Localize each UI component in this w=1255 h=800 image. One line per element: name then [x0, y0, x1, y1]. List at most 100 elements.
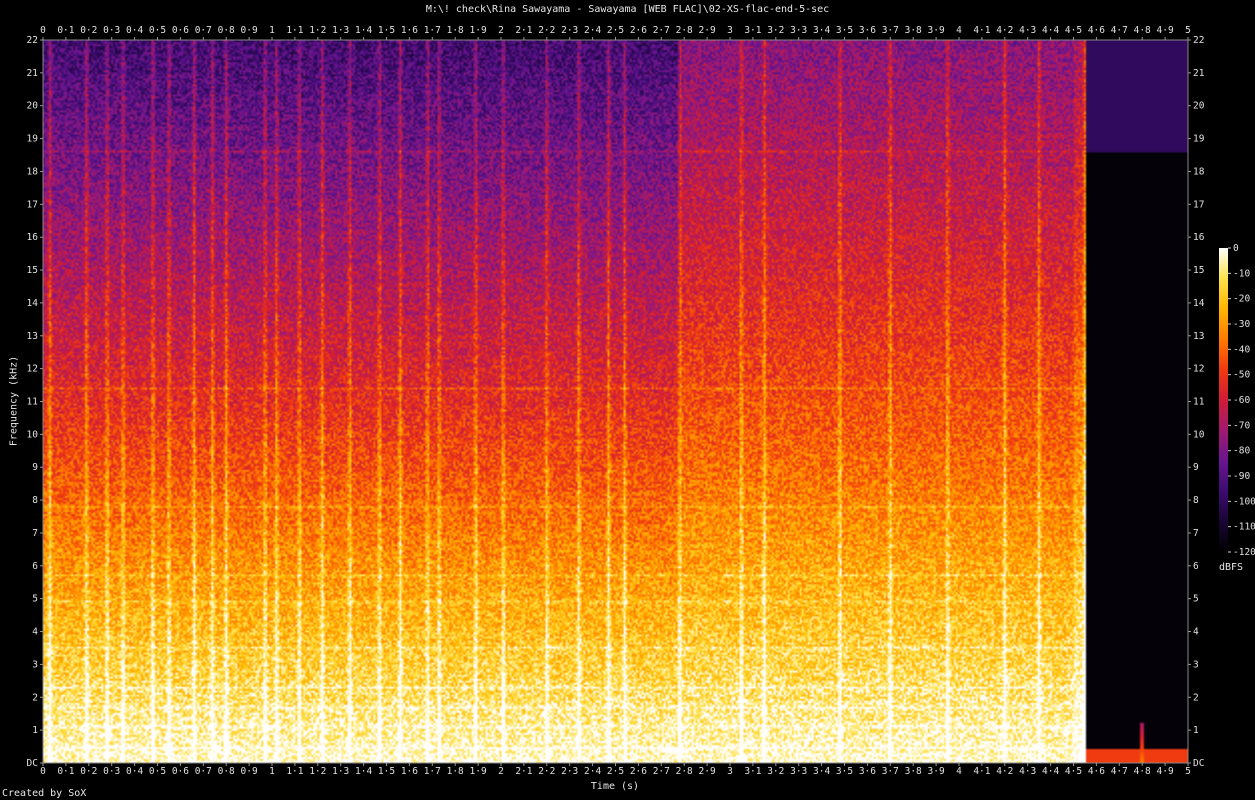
colorbar-tick-label: -20 [1233, 294, 1250, 305]
y-tick-label: 15 [1193, 265, 1204, 276]
x-tick-label: 2·2 [538, 766, 555, 777]
x-tick-label: 0·7 [195, 25, 212, 36]
colorbar-unit: dBFS [1218, 562, 1244, 573]
x-tick-label: 4·9 [1157, 766, 1174, 777]
x-tick-label: 3·9 [928, 766, 945, 777]
x-tick-label: 0·5 [149, 766, 166, 777]
y-tick-label: 3 [32, 659, 38, 670]
spectrogram-image [43, 40, 1188, 763]
x-tick-label: 0·1 [57, 766, 74, 777]
colorbar-tick-label: -30 [1233, 319, 1250, 330]
x-tick-label: 2·8 [676, 766, 693, 777]
y-tick-label: 8 [32, 495, 38, 506]
x-tick-label: 0·5 [149, 25, 166, 36]
colorbar-tick-label: -40 [1233, 344, 1250, 355]
y-tick-label: 1 [1193, 725, 1199, 736]
x-tick-label: 2·4 [584, 25, 601, 36]
x-tick-label: 1·8 [447, 766, 464, 777]
x-tick-label: 2·5 [607, 25, 624, 36]
y-tick-label: 2 [32, 692, 38, 703]
x-tick-label: 1·3 [332, 766, 349, 777]
x-tick-label: 3·5 [836, 25, 853, 36]
x-tick-label: 0·2 [80, 766, 97, 777]
x-tick-label: 0·4 [126, 25, 143, 36]
x-tick-label: 4·4 [1042, 25, 1059, 36]
colorbar-tick-label: -110 [1233, 522, 1255, 533]
x-tick-label: 4·4 [1042, 766, 1059, 777]
x-tick-label: 1·4 [355, 766, 372, 777]
colorbar-tick-label: -10 [1233, 268, 1250, 279]
x-tick-label: 2·7 [653, 25, 670, 36]
x-tick-label: 3·3 [790, 25, 807, 36]
y-tick-label: 11 [27, 397, 39, 408]
y-tick-label: 16 [1193, 232, 1205, 243]
colorbar [1219, 248, 1228, 552]
y-tick-label: 18 [27, 166, 39, 177]
x-tick-label: 3·7 [882, 766, 899, 777]
spectrogram-chart: 0 0 0·1 0·1 0·2 0·2 0·3 0·3 0·4 0·4 0·5 0·5 0·6 0·6 0·… [27, 25, 1255, 777]
x-tick-label: 1·3 [332, 25, 349, 36]
x-tick-label: 2·1 [515, 766, 532, 777]
x-tick-label: 0·7 [195, 766, 212, 777]
x-tick-label: 3·2 [767, 766, 784, 777]
x-tick-label: 0·9 [241, 25, 258, 36]
y-tick-label: 17 [1193, 199, 1204, 210]
x-tick-label: 1·1 [286, 25, 303, 36]
x-tick-label: 3·7 [882, 25, 899, 36]
colorbar-tick-label: -50 [1233, 370, 1250, 381]
x-tick-label: 1·9 [470, 25, 487, 36]
x-tick-label: 4·7 [1111, 766, 1128, 777]
y-tick-label: 19 [1193, 134, 1205, 145]
x-tick-label: 3·3 [790, 766, 807, 777]
colorbar-tick-label: -70 [1233, 420, 1250, 431]
x-tick-label: 3·5 [836, 766, 853, 777]
y-tick-label: 12 [1193, 364, 1204, 375]
y-tick-label: 14 [27, 298, 39, 309]
x-tick-label: 0·6 [172, 25, 189, 36]
x-tick-label: 1·7 [424, 766, 441, 777]
x-tick-label: 3·8 [905, 25, 922, 36]
y-tick-label: 2 [1193, 692, 1199, 703]
x-tick-label: 3·8 [905, 766, 922, 777]
x-tick-label: 4·5 [1065, 766, 1082, 777]
sox-credit: Created by SoX [2, 788, 87, 799]
colorbar-tick-label: -80 [1233, 446, 1250, 457]
y-tick-label: 1 [32, 725, 38, 736]
x-tick-label: 1·1 [286, 766, 303, 777]
x-tick-label: 0·3 [103, 25, 120, 36]
colorbar-tick-label: -90 [1233, 471, 1250, 482]
y-tick-label: 22 [27, 35, 38, 46]
y-tick-label: 8 [1193, 495, 1199, 506]
x-tick-label: 0·6 [172, 766, 189, 777]
y-tick-label: 21 [1193, 68, 1205, 79]
y-tick-label: 13 [27, 331, 38, 342]
x-tick-label: 3·6 [859, 766, 876, 777]
x-tick-label: 3·1 [744, 25, 761, 36]
x-tick-label: 3·9 [928, 25, 945, 36]
x-tick-label: 0·2 [80, 25, 97, 36]
y-tick-label: 4 [32, 627, 38, 638]
x-tick-label: 5 [1185, 766, 1191, 777]
x-tick-label: 3·4 [813, 766, 830, 777]
x-tick-label: 1·6 [401, 766, 418, 777]
colorbar-tick-label: -120 [1233, 547, 1255, 558]
x-tick-label: 0·8 [218, 25, 235, 36]
x-tick-label: 4·3 [1019, 766, 1036, 777]
x-tick-label: 0·4 [126, 766, 143, 777]
x-tick-label: 3·2 [767, 25, 784, 36]
x-tick-label: 4·9 [1157, 25, 1174, 36]
y-tick-label: 19 [27, 134, 39, 145]
y-tick-label: DC [27, 758, 38, 769]
y-tick-label: 20 [1193, 101, 1205, 112]
x-tick-label: 4·8 [1134, 25, 1151, 36]
y-tick-label: 3 [1193, 659, 1199, 670]
colorbar-tick-label: -60 [1233, 395, 1250, 406]
colorbar-tick-label: -100 [1233, 496, 1255, 507]
y-tick-label: 14 [1193, 298, 1205, 309]
x-tick-label: 2·7 [653, 766, 670, 777]
x-tick-label: 4·2 [996, 25, 1013, 36]
x-tick-label: 2·5 [607, 766, 624, 777]
y-tick-label: 17 [27, 199, 38, 210]
x-tick-label: 2·1 [515, 25, 532, 36]
x-tick-label: 1·8 [447, 25, 464, 36]
